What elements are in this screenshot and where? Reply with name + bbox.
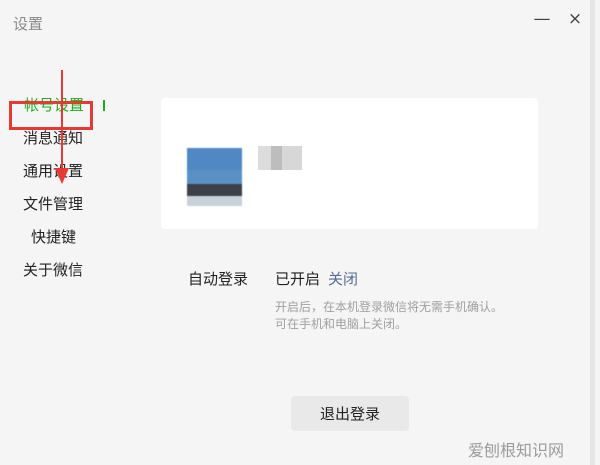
avatar xyxy=(187,148,242,206)
hint-line-2: 可在手机和电脑上关闭。 xyxy=(275,317,408,331)
profile-card xyxy=(161,98,538,229)
sidebar-item-file-management[interactable]: 文件管理 xyxy=(0,189,108,219)
sidebar-item-shortcuts[interactable]: 快捷键 xyxy=(0,222,108,252)
auto-login-status: 已开启 xyxy=(275,270,321,288)
auto-login-label: 自动登录 xyxy=(188,270,249,288)
auto-login-hint: 开启后，在本机登录微信将无需手机确认。 可在手机和电脑上关闭。 xyxy=(275,299,555,333)
hint-line-1: 开启后，在本机登录微信将无需手机确认。 xyxy=(275,300,504,314)
annotation-arrow-line xyxy=(61,70,63,170)
active-indicator xyxy=(103,100,105,111)
logout-button[interactable]: 退出登录 xyxy=(291,396,409,431)
window-edge xyxy=(590,0,595,465)
watermark-text: 爱刨根知识网 xyxy=(468,441,565,460)
sidebar-item-label: 关于微信 xyxy=(23,261,84,279)
blurred-nickname xyxy=(258,146,302,170)
minimize-icon[interactable]: — xyxy=(532,9,552,29)
annotation-arrow-head xyxy=(55,168,69,184)
settings-window: 设置 — × 帐号设置 消息通知 通用设置 文件管理 快捷键 关于微信 自动登录 xyxy=(0,0,595,465)
sidebar-item-about[interactable]: 关于微信 xyxy=(0,255,108,285)
sidebar-item-general-settings[interactable]: 通用设置 xyxy=(0,156,108,186)
close-icon[interactable]: × xyxy=(565,9,585,29)
auto-login-close-link[interactable]: 关闭 xyxy=(328,268,358,289)
file-management-highlight xyxy=(9,101,93,130)
sidebar-item-label: 通用设置 xyxy=(23,162,84,180)
sidebar-item-label: 文件管理 xyxy=(23,195,84,213)
sidebar-item-label: 快捷键 xyxy=(31,228,77,246)
window-title: 设置 xyxy=(13,15,44,33)
